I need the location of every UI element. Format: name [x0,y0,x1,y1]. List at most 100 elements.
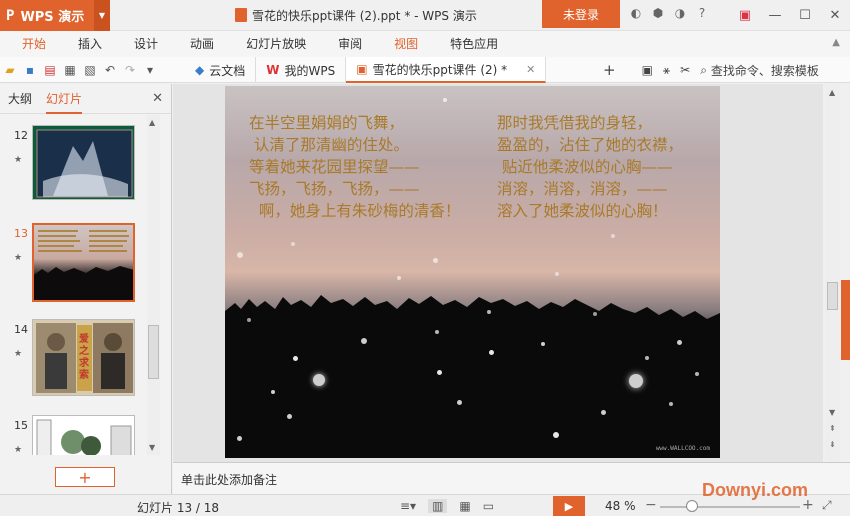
command-search[interactable]: ⌕ 查找命令、搜索模板 [700,62,819,79]
help-icon[interactable]: ? [694,6,710,20]
add-slide-button[interactable]: + [55,467,115,487]
snowflake [313,374,325,386]
zoom-out-icon[interactable]: − [645,497,657,513]
edit-scrollbar[interactable]: ▲ ▼ ⇞ ⇟ [825,84,840,462]
sync-icon[interactable]: ◑ [672,6,688,20]
zoom-slider-track[interactable] [660,506,800,508]
poem-left-column[interactable]: 在半空里娟娟的飞舞， 认清了那清幽的住处。 等着她来花园里探望—— 飞扬，飞扬，… [249,112,460,222]
thumbnail-item-current[interactable]: 13 ★ [0,223,160,308]
snowflake [291,242,295,246]
view-buttons: ≡▾ ▥ ▦ ▭ [400,496,494,516]
scroll-up-icon[interactable]: ▲ [149,118,155,127]
prev-slide-icon[interactable]: ⇞ [829,424,836,433]
app-name: WPS 演示 [20,10,85,25]
menu-bar: 开始 插入 设计 动画 幻灯片放映 审阅 视图 特色应用 [0,31,850,57]
zoom-level[interactable]: 48 % [605,499,636,513]
ppt-file-icon [235,8,247,22]
snowflake [669,402,673,406]
cloud-icon: ◆ [195,63,205,77]
snowflake [611,234,615,238]
window-title: 雪花的快乐ppt课件 (2).ppt * - WPS 演示 [235,7,477,24]
menu-view[interactable]: 视图 [378,31,434,57]
close-tab-icon[interactable]: ✕ [526,63,535,76]
slide-thumbnail[interactable]: 爱之求索 [32,319,135,396]
snowflake [443,98,447,102]
close-panel-icon[interactable]: ✕ [152,91,163,106]
customize-toolbar-icon[interactable]: ▾ [140,60,160,80]
thumbnail-item[interactable]: 15 ★ [0,415,160,455]
next-slide-icon[interactable]: ⇟ [829,440,836,449]
scroll-down-icon[interactable]: ▼ [829,408,835,417]
open-folder-icon[interactable]: ▰ [0,60,20,80]
thumb13-art [34,230,133,300]
skin-icon[interactable]: ⬢ [650,6,666,20]
reading-view-icon[interactable]: ▭ [483,499,494,513]
menu-review[interactable]: 审阅 [322,31,378,57]
zoom-slider-knob[interactable] [686,500,698,512]
thumbnail-item[interactable]: 14 ★ 爱之求索 [0,319,160,404]
thumbnail-scrollbar[interactable]: ▲ ▼ [147,115,160,455]
notes-toggle-icon[interactable]: ≡▾ [400,499,416,513]
tool-icon[interactable]: ✂ [680,63,690,77]
menu-features[interactable]: 特色应用 [434,31,514,57]
app-menu-button[interactable]: P WPS 演示 ▼ [0,0,110,31]
snowflake [435,330,439,334]
tab-my-wps[interactable]: W 我的WPS [256,57,347,83]
snowflake [553,432,559,438]
tab-current-doc[interactable]: ▣ 雪花的快乐ppt课件 (2) * ✕ [346,57,547,83]
fit-window-icon[interactable]: ⤢ [822,498,832,513]
menu-home[interactable]: 开始 [20,31,62,57]
redo-icon[interactable]: ↷ [120,60,140,80]
snowflake [677,340,682,345]
slide-thumbnail[interactable] [32,223,135,302]
collapse-ribbon-icon[interactable]: ▲ [832,37,840,48]
save-cloud-icon[interactable]: ▣ [730,0,760,30]
close-icon[interactable]: ✕ [820,0,850,30]
scroll-up-icon[interactable]: ▲ [829,88,835,97]
normal-view-icon[interactable]: ▥ [428,499,448,513]
thumbnail-item[interactable]: 12 ★ [0,125,160,210]
menu-design[interactable]: 设计 [118,31,174,57]
snowflake [555,272,559,276]
snowflake [695,372,699,376]
snowflake [541,342,545,346]
side-panel-handle[interactable] [841,280,850,360]
snowflake [397,276,401,280]
scroll-down-icon[interactable]: ▼ [149,443,155,452]
scroll-thumb[interactable] [827,282,838,310]
tab-outline[interactable]: 大纲 [8,84,32,114]
slide-thumbnail[interactable] [32,125,135,200]
snowflake [361,338,367,344]
chevron-down-icon[interactable]: ▼ [94,0,110,31]
slide-thumbnail[interactable] [32,415,135,455]
quick-toolbar: ▰ ▪ ▤ ▦ ▧ ↶ ↷ ▾ ◆ 云文档 W 我的WPS ▣ 雪花的快乐ppt… [0,57,850,83]
scroll-thumb[interactable] [148,325,159,379]
wps-logo-icon: P [6,7,15,24]
screen-icon[interactable]: ▣ [642,63,653,77]
snowflake [287,414,292,419]
export-pdf-icon[interactable]: ▤ [40,60,60,80]
tab-cloud-docs[interactable]: ◆ 云文档 [185,57,257,83]
poem-right-column[interactable]: 那时我凭借我的身轻， 盈盈的，沾住了她的衣襟， 贴近他柔波似的心胸—— 消溶，消… [497,112,683,222]
print-preview-icon[interactable]: ▧ [80,60,100,80]
login-button[interactable]: 未登录 [542,0,620,28]
wps-w-icon: W [266,63,280,77]
menu-insert[interactable]: 插入 [62,31,118,57]
maximize-icon[interactable]: ☐ [790,0,820,30]
slide-edit-area: 在半空里娟娟的飞舞， 认清了那清幽的住处。 等着她来花园里探望—— 飞扬，飞扬，… [173,84,823,462]
slide-sorter-icon[interactable]: ▦ [459,499,470,513]
tab-slides[interactable]: 幻灯片 [46,84,83,114]
play-slideshow-button[interactable]: ▶ [553,496,585,516]
slide-counter: 幻灯片 13 / 18 [137,501,220,515]
menu-animation[interactable]: 动画 [174,31,230,57]
no-ad-icon[interactable]: ⚹ [663,63,670,78]
current-slide[interactable]: 在半空里娟娟的飞舞， 认清了那清幽的住处。 等着她来花园里探望—— 飞扬，飞扬，… [225,86,720,458]
undo-icon[interactable]: ↶ [100,60,120,80]
shield-icon[interactable]: ◐ [628,6,644,20]
new-tab-icon[interactable]: + [603,61,616,79]
menu-slideshow[interactable]: 幻灯片放映 [230,31,322,57]
save-icon[interactable]: ▪ [20,60,40,80]
snowflake [601,410,606,415]
minimize-icon[interactable]: — [760,0,790,30]
print-icon[interactable]: ▦ [60,60,80,80]
